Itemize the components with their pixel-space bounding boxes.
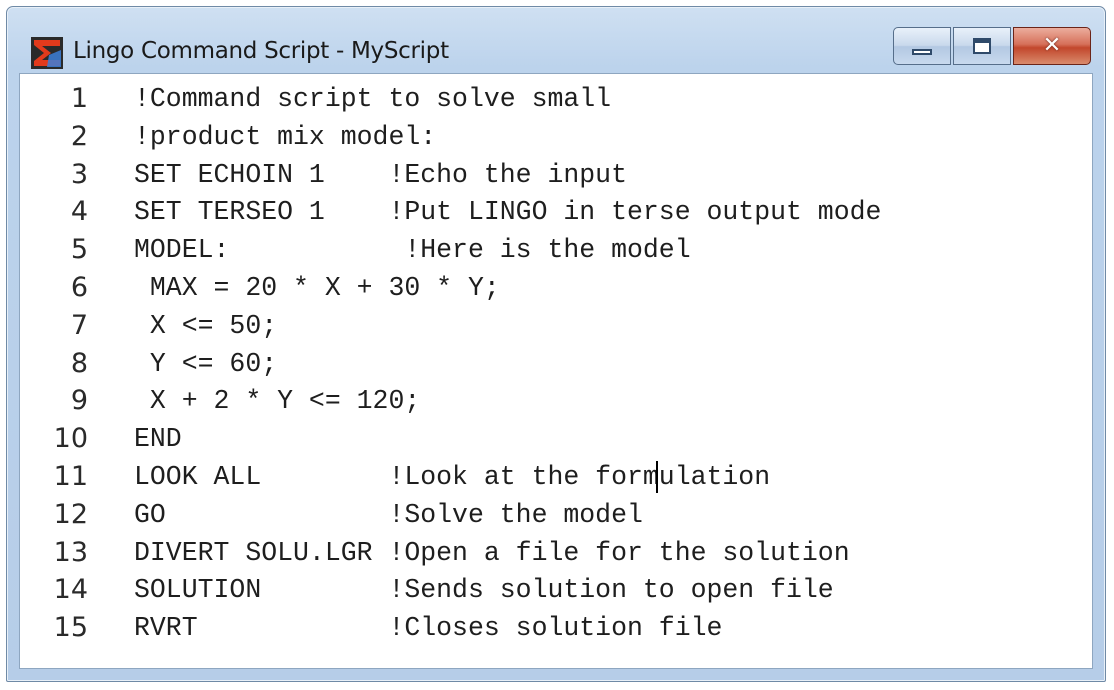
code-line[interactable]: GO !Solve the model — [134, 496, 643, 534]
line-number: 11 — [53, 461, 88, 492]
maximize-icon — [973, 38, 991, 54]
code-line[interactable]: SOLUTION !Sends solution to open file — [134, 571, 834, 609]
line-number: 2 — [70, 120, 88, 152]
line-number: 8 — [70, 347, 88, 379]
code-line[interactable]: DIVERT SOLU.LGR !Open a file for the sol… — [134, 534, 850, 572]
line-number: 7 — [70, 309, 88, 341]
code-line[interactable]: LOOK ALL !Look at the formulation — [134, 458, 770, 496]
code-line[interactable]: MODEL: !Here is the model — [134, 231, 691, 269]
line-number: 4 — [70, 196, 88, 228]
close-button[interactable]: ✕ — [1013, 27, 1091, 65]
line-number: 3 — [70, 158, 88, 190]
line-number: 15 — [53, 612, 88, 644]
minimize-icon — [912, 49, 932, 55]
minimize-button[interactable] — [893, 27, 951, 65]
window-title: Lingo Command Script - MyScript — [73, 38, 449, 64]
line-number: 9 — [70, 385, 88, 417]
script-editor[interactable]: 1 2 3 4 5 6 7 8 9 10 11 12 13 14 15 !Command script to… — [19, 73, 1093, 669]
code-line[interactable]: MAX = 20 * X + 30 * Y; — [134, 269, 500, 307]
line-number: 10 — [53, 423, 88, 455]
code-line[interactable]: X + 2 * Y <= 120; — [134, 382, 420, 420]
code-line[interactable]: X <= 50; — [134, 307, 277, 345]
line-number: 12 — [53, 498, 88, 530]
line-number-gutter: 1 2 3 4 5 6 7 8 9 10 11 12 13 14 15 — [20, 74, 106, 668]
caption-buttons: ✕ — [891, 27, 1091, 69]
code-line[interactable]: !Command script to solve small — [134, 80, 611, 118]
line-number: 1 — [70, 83, 88, 114]
lingo-sigma-icon — [31, 37, 63, 69]
maximize-button[interactable] — [953, 27, 1011, 65]
text-caret — [656, 461, 658, 493]
code-line[interactable]: SET TERSEO 1 !Put LINGO in terse output … — [134, 193, 881, 231]
code-line[interactable]: SET ECHOIN 1 !Echo the input — [134, 156, 627, 194]
code-line[interactable]: END — [134, 420, 182, 458]
code-line[interactable]: Y <= 60; — [134, 345, 277, 383]
line-number: 14 — [53, 574, 88, 606]
close-icon: ✕ — [1042, 33, 1062, 58]
lingo-command-script-window: Lingo Command Script - MyScript ✕ 123456… — [6, 6, 1106, 682]
line-number: 6 — [70, 272, 88, 303]
code-line[interactable]: !product mix model: — [134, 118, 436, 156]
title-bar[interactable]: Lingo Command Script - MyScript ✕ — [7, 7, 1105, 73]
line-number: 5 — [70, 234, 88, 266]
code-line[interactable]: RVRT !Closes solution file — [134, 609, 722, 647]
line-number: 13 — [53, 536, 88, 568]
